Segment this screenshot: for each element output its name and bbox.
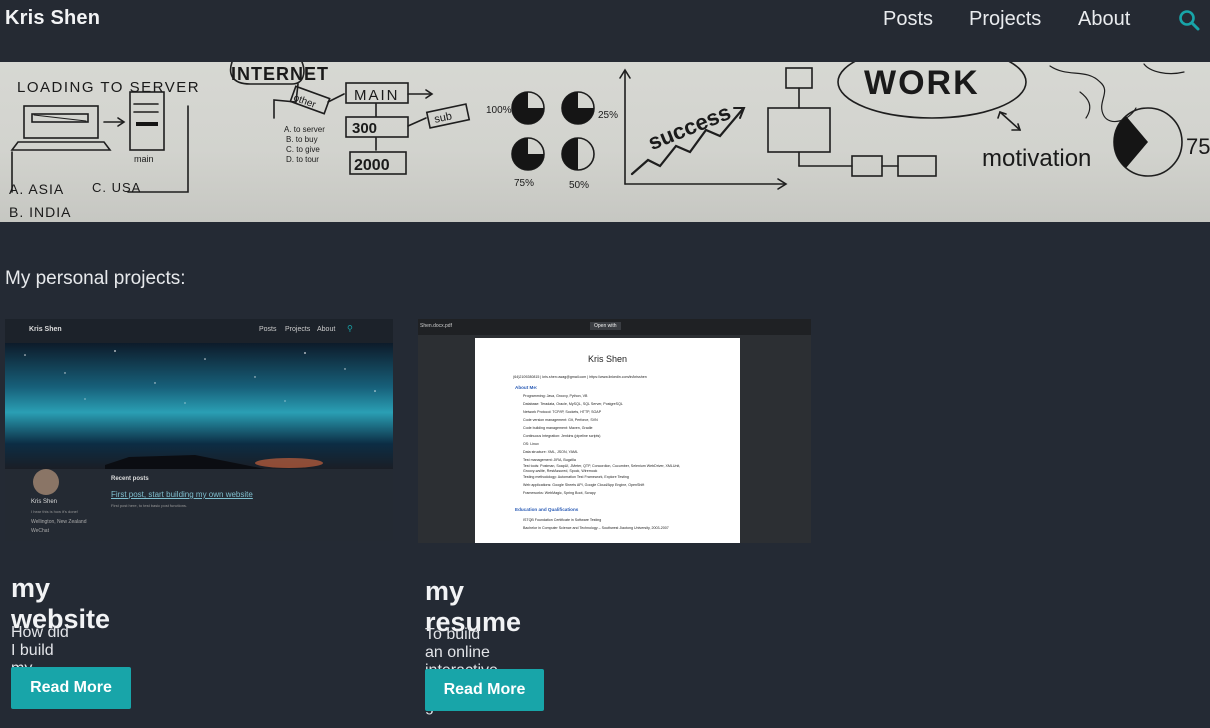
thumb-location: Wellington, New Zealand: [31, 519, 87, 525]
svg-text:success: success: [644, 99, 734, 155]
nav-item-about[interactable]: About: [1078, 8, 1130, 31]
thumb-post-sub: First post here, to test basic post func…: [111, 503, 188, 508]
thumb-file-name: Shen.docx.pdf: [420, 323, 452, 329]
thumb-navbar: Kris Shen Posts Projects About ⚲: [5, 319, 393, 343]
search-icon[interactable]: [1177, 8, 1201, 32]
thumb-search-icon: ⚲: [347, 324, 353, 333]
svg-text:B. INDIA: B. INDIA: [9, 204, 71, 220]
thumb-avatar: [33, 469, 59, 495]
resume-name: Kris Shen: [587, 354, 628, 364]
svg-text:C. to give: C. to give: [286, 145, 320, 154]
thumb-profile-sub: I hear this is how it's done!: [31, 509, 79, 514]
resume-edu-heading: Education and Qualifications: [515, 507, 579, 512]
resume-contact: (64)2109280815 | kris.shen.uwag@gmail.co…: [513, 375, 647, 379]
svg-text:B. to buy: B. to buy: [286, 135, 318, 144]
resume-page: Kris Shen (64)2109280815 | kris.shen.uwa…: [475, 338, 740, 543]
svg-text:D. to tour: D. to tour: [286, 155, 319, 164]
svg-text:MAIN: MAIN: [354, 87, 400, 104]
resume-thumbnail[interactable]: Shen.docx.pdf Open with Kris Shen (64)21…: [418, 319, 811, 543]
svg-text:300: 300: [352, 120, 377, 137]
nav-item-posts[interactable]: Posts: [883, 8, 933, 31]
svg-text:100%: 100%: [486, 105, 512, 116]
svg-text:A. to server: A. to server: [284, 125, 325, 134]
website-thumbnail[interactable]: Kris Shen Posts Projects About ⚲ Kris Sh…: [5, 319, 393, 541]
thumb-nav-posts: Posts: [259, 326, 277, 333]
read-more-button[interactable]: Read More: [11, 667, 131, 709]
svg-text:LOADING TO SERVER: LOADING TO SERVER: [17, 79, 200, 96]
svg-text:WORK: WORK: [864, 64, 980, 102]
svg-text:2000: 2000: [354, 157, 390, 174]
projects-heading: My personal projects:: [5, 268, 186, 289]
svg-text:motivation: motivation: [982, 145, 1091, 172]
read-more-button[interactable]: Read More: [425, 669, 544, 711]
thumb-content: Kris Shen I hear this is how it's done! …: [5, 469, 393, 541]
hero-sketch: LOADING TO SERVER INTERNET MAIN 300 2000…: [9, 62, 1210, 220]
site-brand[interactable]: Kris Shen: [5, 7, 100, 30]
hero-banner: LOADING TO SERVER INTERNET MAIN 300 2000…: [0, 62, 1210, 222]
thumb-pdf-toolbar: Shen.docx.pdf Open with: [418, 319, 811, 335]
resume-edu-items: ISTQB Foundation Certificate in Software…: [523, 518, 669, 530]
svg-text:A. ASIA: A. ASIA: [9, 181, 64, 197]
svg-text:main: main: [134, 154, 154, 164]
thumb-nav-about: About: [317, 326, 336, 333]
thumb-recent-posts: Recent posts: [111, 476, 149, 482]
svg-text:INTERNET: INTERNET: [231, 64, 329, 84]
thumb-profile-name: Kris Shen: [31, 499, 58, 505]
top-navbar: Kris Shen Posts Projects About: [0, 0, 1210, 62]
svg-text:other: other: [292, 93, 318, 111]
svg-text:75: 75: [1186, 134, 1210, 159]
thumb-brand: Kris Shen: [29, 326, 62, 333]
resume-about-heading: About Me:: [515, 385, 538, 390]
nav-item-projects[interactable]: Projects: [969, 8, 1041, 31]
svg-text:75%: 75%: [514, 178, 534, 189]
thumb-open-with: Open with: [590, 322, 621, 330]
thumb-nav-projects: Projects: [285, 326, 311, 333]
svg-text:50%: 50%: [569, 180, 589, 191]
thumb-post-link: First post, start building my own websit…: [111, 490, 253, 499]
svg-text:25%: 25%: [598, 110, 618, 121]
thumb-link: WeChat: [31, 528, 49, 534]
thumb-starry-sky: [5, 343, 393, 469]
resume-bullets: Programming: Java, Groovy, Python, VB Da…: [523, 394, 681, 495]
svg-text:C. USA: C. USA: [92, 180, 141, 195]
